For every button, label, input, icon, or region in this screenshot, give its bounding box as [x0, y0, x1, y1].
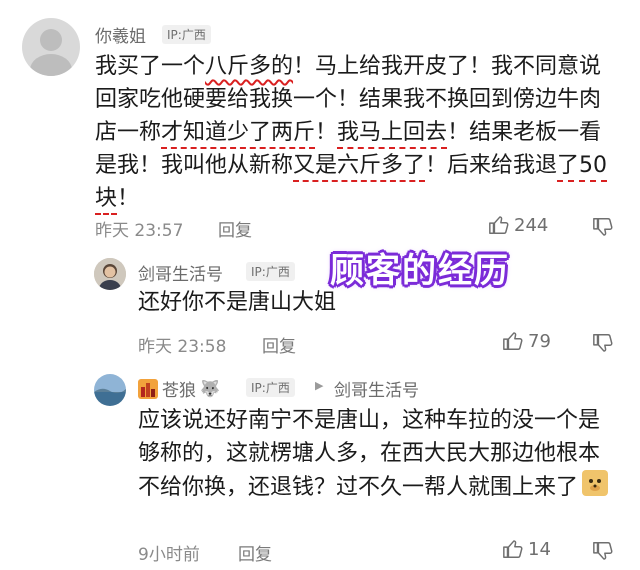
thumbs-up-icon	[489, 216, 509, 234]
landscape-avatar-icon	[94, 374, 126, 406]
comment-text: 我买了一个八斤多的！马上给我开皮了！我不同意说回家吃他硬要给我换一个！结果我不换…	[95, 50, 620, 215]
dislike-button[interactable]	[592, 540, 614, 566]
reply-to-username[interactable]: 剑哥生活号	[334, 376, 419, 401]
avatar[interactable]	[94, 258, 126, 290]
ip-badge: IP:广西	[246, 378, 295, 397]
wolf-emoji-icon: 🐺	[200, 379, 220, 398]
like-count: 244	[514, 214, 549, 236]
overlay-caption: 顾客的经历	[330, 251, 510, 291]
comment-text: 应该说还好南宁不是唐山，这种车拉的没一个是够称的，这就楞塘人多，在西大民大那边他…	[138, 404, 609, 506]
like-button[interactable]: 79	[502, 330, 551, 352]
thumbs-down-icon	[593, 218, 613, 236]
ip-badge: IP:广西	[246, 262, 295, 281]
thumbs-down-icon	[593, 542, 613, 560]
default-avatar-icon	[30, 29, 72, 76]
timestamp: 昨天 23:57	[95, 221, 184, 241]
username[interactable]: 你羲姐	[95, 22, 146, 47]
like-button[interactable]: 14	[502, 538, 551, 560]
like-count: 79	[528, 330, 551, 352]
dislike-button[interactable]	[592, 216, 614, 242]
timestamp: 昨天 23:58	[138, 337, 227, 357]
like-count: 14	[528, 538, 551, 560]
thumbs-up-icon	[503, 332, 523, 350]
dislike-button[interactable]	[592, 332, 614, 358]
thumbs-up-icon	[503, 540, 523, 558]
username[interactable]: 剑哥生活号	[138, 260, 223, 285]
reply-button[interactable]: 回复	[218, 216, 252, 241]
doge-emoji-icon	[582, 470, 609, 506]
user-photo-icon	[94, 258, 126, 290]
avatar[interactable]	[22, 18, 80, 76]
like-button[interactable]: 244	[488, 214, 548, 236]
comment-text: 还好你不是唐山大姐	[138, 290, 337, 315]
timestamp: 9小时前	[138, 545, 200, 565]
reply-arrow-icon: ▶	[315, 379, 324, 392]
username-row: 苍狼 🐺	[138, 376, 220, 401]
reply-button[interactable]: 回复	[238, 540, 272, 565]
city-emoji-icon	[138, 378, 158, 399]
avatar[interactable]	[94, 374, 126, 406]
thumbs-down-icon	[593, 334, 613, 352]
username[interactable]: 苍狼	[162, 376, 196, 401]
reply-button[interactable]: 回复	[262, 332, 296, 357]
ip-badge: IP:广西	[162, 25, 211, 44]
